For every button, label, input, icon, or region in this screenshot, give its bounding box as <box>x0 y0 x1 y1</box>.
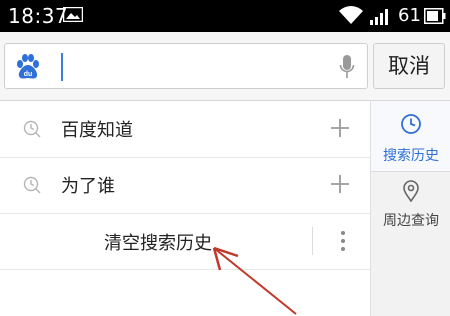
divider <box>312 227 313 255</box>
tab-nearby-search[interactable]: 周边查询 <box>371 172 450 242</box>
search-input[interactable]: du <box>4 43 368 89</box>
tab-label: 周边查询 <box>383 213 439 229</box>
search-history-list: 百度知道 为了谁 清空搜索历史 <box>0 101 370 316</box>
status-time: 18:37 <box>8 4 69 28</box>
wifi-icon <box>339 6 363 25</box>
history-item-label: 为了谁 <box>61 176 115 197</box>
battery-icon <box>424 8 446 24</box>
microphone-icon[interactable] <box>339 54 355 80</box>
search-bar: du 取消 <box>0 32 450 101</box>
more-vertical-icon[interactable] <box>340 230 346 252</box>
history-item-label: 百度知道 <box>61 120 133 141</box>
battery-percent: 61 <box>398 5 421 26</box>
annotation-arrow-icon <box>212 246 297 315</box>
clear-history-row: 清空搜索历史 <box>0 213 370 270</box>
signal-icon <box>370 9 388 25</box>
image-notification-icon <box>63 7 83 22</box>
clock-icon <box>401 114 421 134</box>
location-pin-icon <box>403 180 419 202</box>
clock-icon <box>23 120 41 138</box>
clock-icon <box>23 176 41 194</box>
tab-label: 搜索历史 <box>383 148 439 164</box>
history-item[interactable]: 百度知道 <box>0 101 370 158</box>
status-bar: 18:37 61 <box>0 0 450 32</box>
tab-search-history[interactable]: 搜索历史 <box>371 101 450 172</box>
sidebar: 搜索历史 周边查询 <box>370 101 450 316</box>
plus-icon[interactable] <box>330 118 350 138</box>
cancel-button[interactable]: 取消 <box>373 43 445 89</box>
text-cursor <box>61 53 63 81</box>
plus-icon[interactable] <box>330 174 350 194</box>
history-item[interactable]: 为了谁 <box>0 157 370 214</box>
svg-text:du: du <box>24 71 33 78</box>
baidu-paw-logo-icon: du <box>17 54 39 79</box>
clear-history-button[interactable]: 清空搜索历史 <box>104 229 212 255</box>
